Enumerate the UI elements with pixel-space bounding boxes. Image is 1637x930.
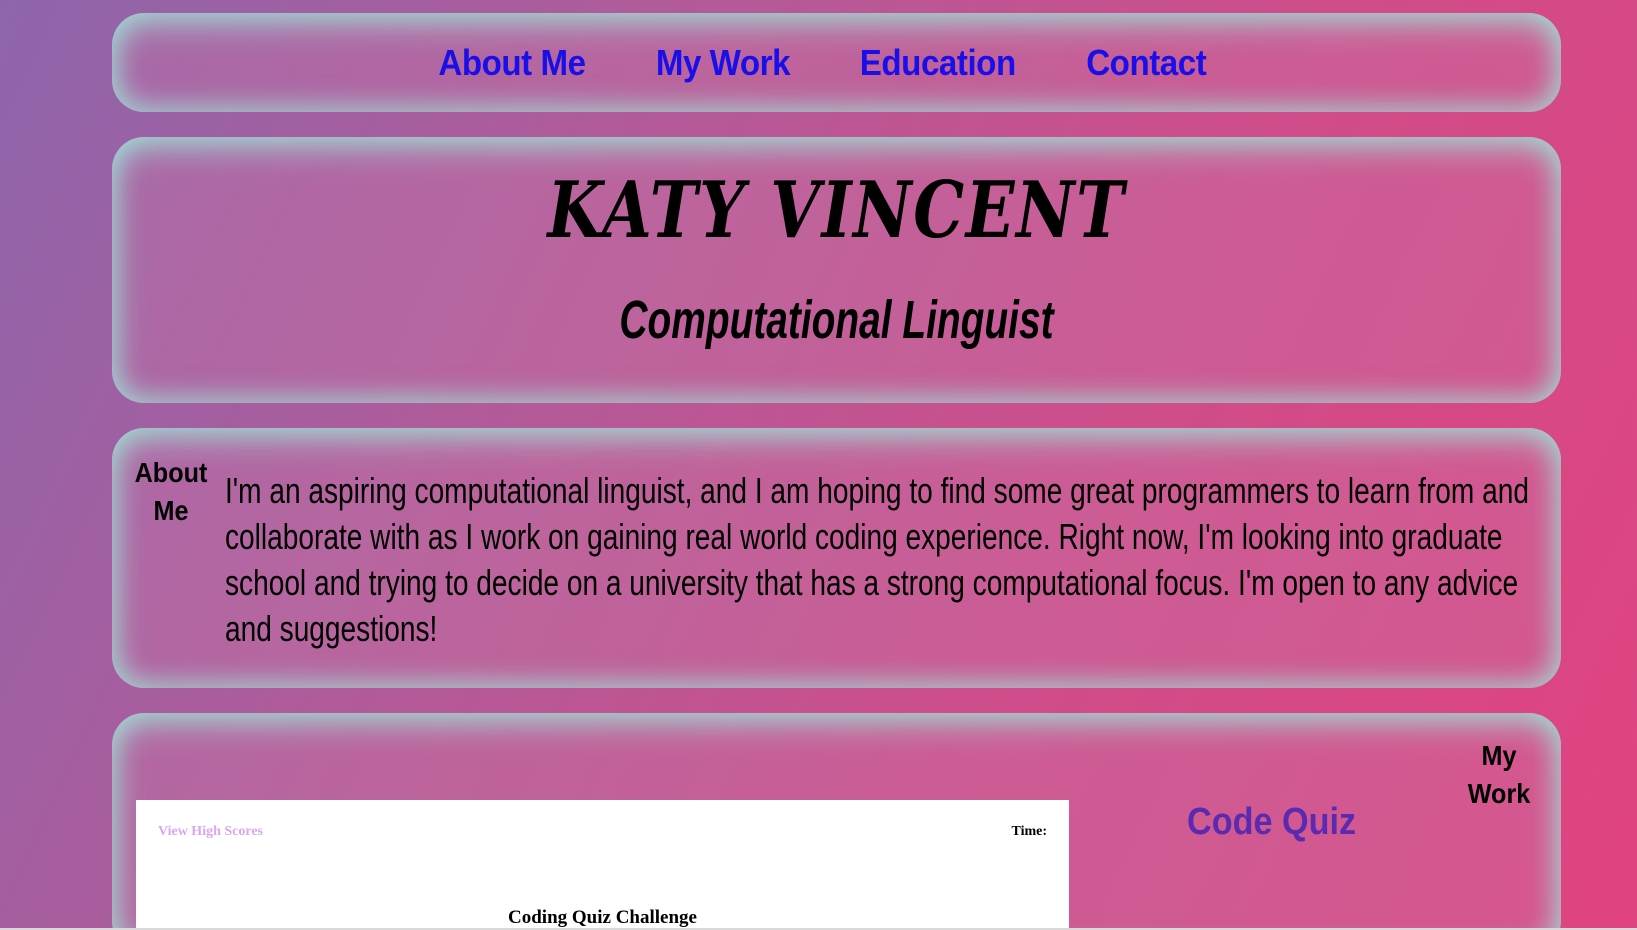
nav-link-my-work[interactable]: My Work	[655, 42, 790, 84]
about-section: About Me I'm an aspiring computational l…	[112, 428, 1561, 688]
screenshot-high-scores-link: View High Scores	[158, 824, 263, 839]
nav-link-contact[interactable]: Contact	[1086, 42, 1207, 84]
hero-header: KATY VINCENT Computational Linguist	[112, 137, 1561, 403]
screenshot-quiz-title: Coding Quiz Challenge	[508, 907, 697, 928]
work-heading: My Work	[1467, 740, 1531, 809]
about-bio: I'm an aspiring computational linguist, …	[225, 470, 1529, 649]
work-section: View High Scores Time: Coding Quiz Chall…	[112, 713, 1561, 930]
nav-link-education[interactable]: Education	[860, 42, 1016, 84]
site-owner-name: KATY VINCENT	[547, 165, 1126, 256]
nav-link-about-me[interactable]: About Me	[438, 42, 586, 84]
project-title-link[interactable]: Code Quiz	[1187, 801, 1356, 844]
job-title: Computational Linguist	[619, 290, 1054, 350]
about-heading: About Me	[134, 457, 208, 526]
project-screenshot[interactable]: View High Scores Time: Coding Quiz Chall…	[136, 800, 1069, 930]
screenshot-time-label: Time:	[1011, 824, 1047, 839]
top-nav: About Me My Work Education Contact	[112, 13, 1561, 112]
